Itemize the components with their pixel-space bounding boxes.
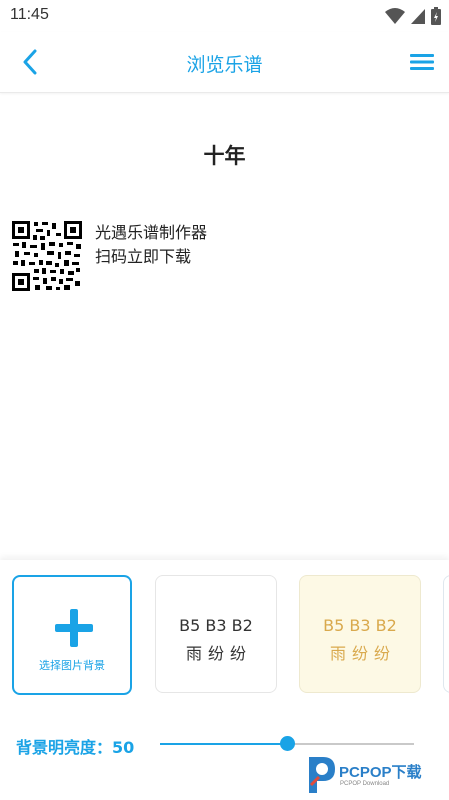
preset-preview-lyrics: 雨纷纷 xyxy=(329,644,396,663)
signal-icon xyxy=(411,9,425,24)
preset-preview-notes: B5 B3 B2 xyxy=(323,616,397,635)
hamburger-menu-icon xyxy=(410,54,434,70)
menu-button[interactable] xyxy=(407,48,437,76)
choose-background-label: 选择图片背景 xyxy=(39,659,105,672)
brightness-label-text: 背景明亮度： xyxy=(16,738,113,757)
song-title: 十年 xyxy=(203,144,246,168)
battery-icon xyxy=(431,7,441,25)
preset-preview-lyrics: 雨纷纷 xyxy=(185,644,252,663)
preset-preview-notes: B5 B3 B2 xyxy=(179,616,253,635)
watermark-logo: PCPOP下载 PCPOP Download xyxy=(305,753,445,798)
watermark-text: PCPOP下载 xyxy=(339,764,422,781)
pcpop-logo-icon xyxy=(309,757,335,793)
background-panel: 选择图片背景 B5 B3 B2 雨纷纷 B5 B3 B2 雨纷纷 背景明亮度：5… xyxy=(0,560,449,800)
plus-icon xyxy=(55,609,93,647)
wifi-icon xyxy=(385,8,405,24)
background-preset-card[interactable]: B5 B3 B2 雨纷纷 xyxy=(155,575,277,693)
qr-code-icon xyxy=(12,221,82,291)
promo-line-2: 扫码立即下载 xyxy=(95,247,192,266)
slider-fill xyxy=(160,743,287,745)
background-card-list[interactable]: 选择图片背景 B5 B3 B2 雨纷纷 B5 B3 B2 雨纷纷 xyxy=(0,572,449,697)
brightness-label: 背景明亮度：50 xyxy=(16,734,134,758)
watermark-subtext: PCPOP Download xyxy=(340,781,390,787)
status-bar: 11:45 xyxy=(0,0,449,32)
choose-background-image-button[interactable]: 选择图片背景 xyxy=(12,575,132,695)
background-preset-card[interactable]: B5 B3 B2 雨纷纷 xyxy=(299,575,421,693)
slider-thumb[interactable] xyxy=(280,736,295,751)
brightness-value: 50 xyxy=(112,738,135,757)
background-preset-card[interactable] xyxy=(443,575,449,693)
brightness-slider[interactable] xyxy=(160,736,414,752)
status-time: 11:45 xyxy=(10,6,49,23)
page-title: 浏览乐谱 xyxy=(186,54,263,76)
promo-text: 光遇乐谱制作器 扫码立即下载 xyxy=(95,221,207,269)
promo-line-1: 光遇乐谱制作器 xyxy=(95,223,208,242)
app-header: 浏览乐谱 xyxy=(0,32,449,93)
